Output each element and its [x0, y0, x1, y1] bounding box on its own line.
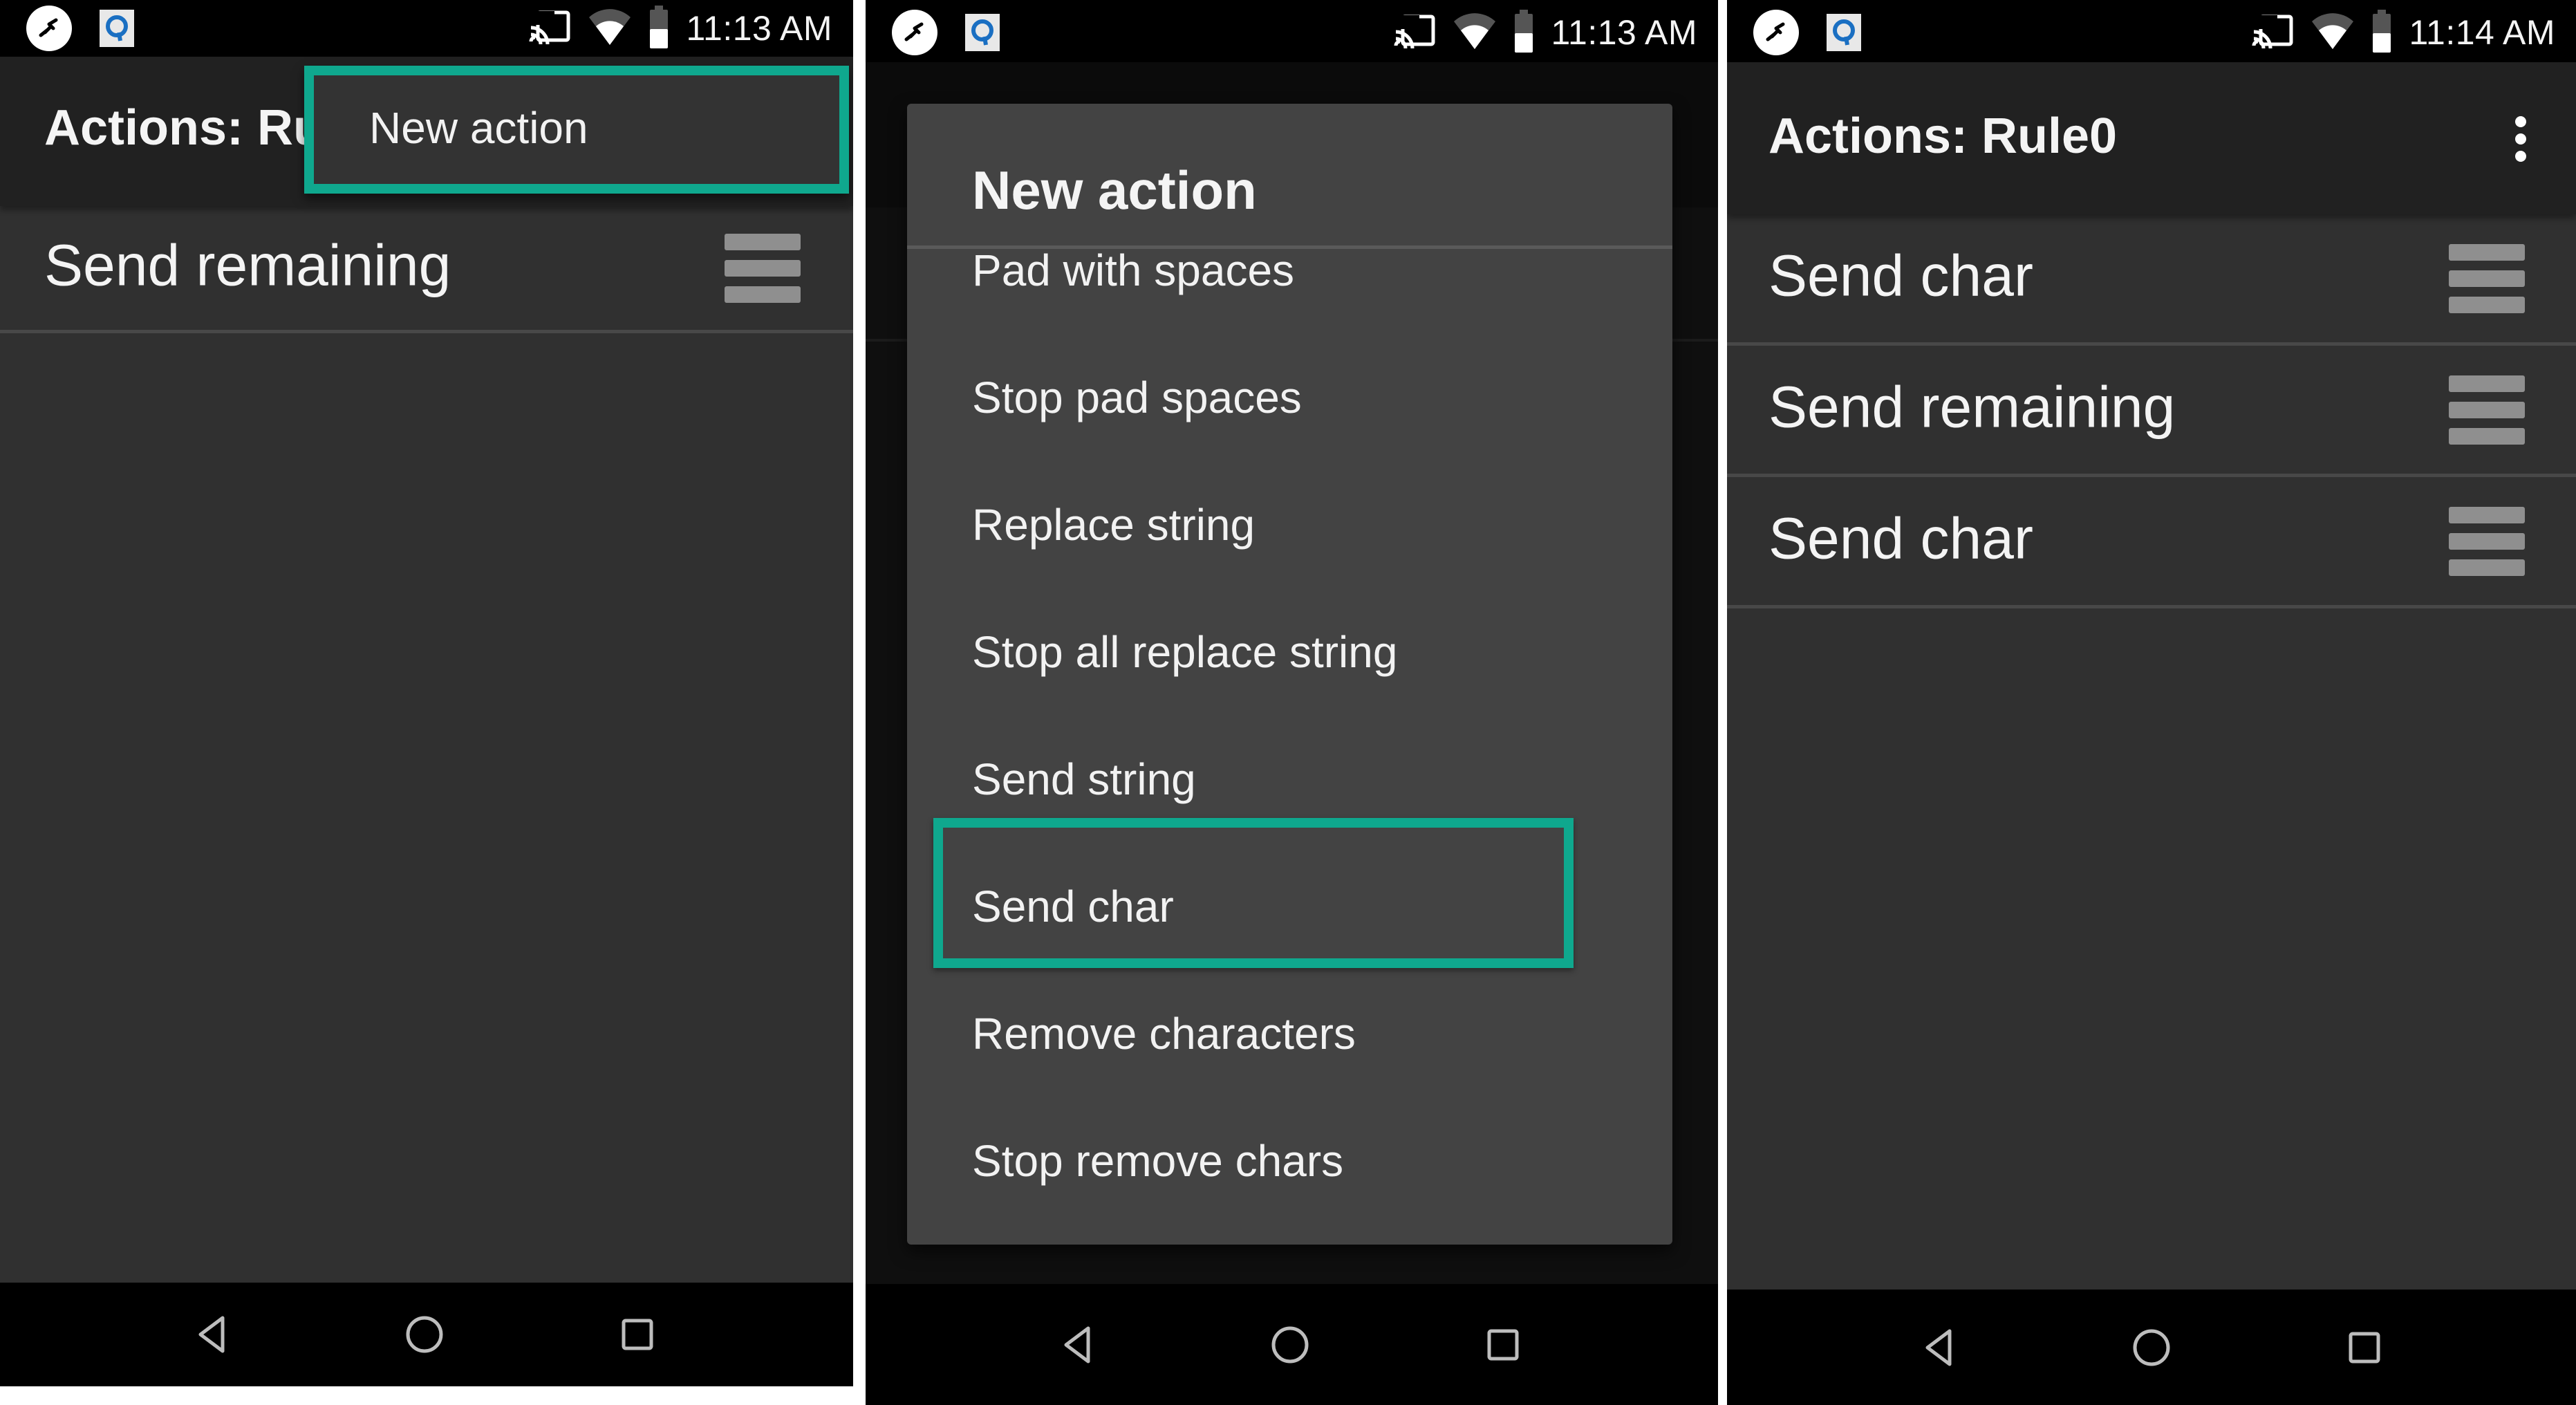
status-bar: 11:13 AM — [0, 0, 853, 57]
new-action-dialog: New action Pad with spaces Stop pad spac… — [907, 104, 1672, 1245]
navigation-bar — [1727, 1290, 2576, 1405]
list-item-label: Send remaining — [44, 232, 451, 298]
battery-icon — [648, 5, 669, 52]
q-app-icon — [100, 10, 134, 47]
home-icon[interactable] — [2124, 1320, 2179, 1375]
dialog-item-stop-remove-chars[interactable]: Stop remove chars — [972, 1135, 1343, 1187]
drag-handle-icon[interactable] — [2449, 243, 2525, 313]
list-item-label: Send remaining — [1768, 374, 2176, 440]
status-time: 11:13 AM — [1551, 13, 1697, 52]
back-icon[interactable] — [1912, 1320, 1967, 1375]
back-icon[interactable] — [1050, 1317, 1105, 1373]
drag-handle-icon[interactable] — [2449, 375, 2525, 445]
app-bar: Actions: Rule0 — [1727, 62, 2576, 214]
list-item[interactable]: Send remaining — [0, 206, 853, 333]
navigation-bar — [866, 1284, 1718, 1405]
q-app-icon — [965, 14, 1000, 51]
status-time: 11:13 AM — [686, 9, 832, 48]
recents-icon[interactable] — [1475, 1317, 1531, 1373]
screen-2-new-action-dialog: 11:13 AM New action Pad with spaces Stop… — [866, 0, 1718, 1405]
actions-list: Send remaining — [0, 206, 853, 333]
list-item-label: Send char — [1768, 243, 2033, 308]
cast-icon — [1393, 12, 1436, 53]
more-vert-icon[interactable] — [2507, 101, 2535, 177]
cast-icon — [2251, 12, 2294, 53]
remote-control-icon — [892, 10, 937, 55]
wifi-icon — [2311, 12, 2355, 54]
page-title: Actions: Rule0 — [1768, 109, 2118, 164]
dialog-item-stop-pad-spaces[interactable]: Stop pad spaces — [972, 372, 1302, 423]
wifi-icon — [1453, 12, 1497, 54]
recents-icon[interactable] — [610, 1307, 665, 1362]
list-item[interactable]: Send char — [1727, 214, 2576, 346]
list-item-label: Send char — [1768, 505, 2033, 571]
status-bar: 11:13 AM — [866, 0, 1718, 62]
drag-handle-icon[interactable] — [725, 233, 801, 303]
home-icon[interactable] — [397, 1307, 452, 1362]
remote-control-icon — [26, 6, 72, 51]
battery-icon — [1513, 9, 1534, 56]
navigation-bar — [0, 1283, 853, 1386]
page-title: Actions: Ru — [44, 100, 324, 156]
dialog-title: New action — [972, 160, 1257, 221]
dialog-item-stop-all-replace-string[interactable]: Stop all replace string — [972, 626, 1397, 678]
remote-control-icon — [1753, 10, 1799, 55]
dialog-item-replace-string[interactable]: Replace string — [972, 499, 1255, 550]
screen-1-actions-with-menu: 11:13 AM Actions: Ru Send remaining New … — [0, 0, 853, 1386]
q-app-icon — [1827, 14, 1861, 51]
dialog-item-remove-characters[interactable]: Remove characters — [972, 1008, 1356, 1059]
home-icon[interactable] — [1262, 1317, 1318, 1373]
list-item[interactable]: Send char — [1727, 477, 2576, 608]
battery-icon — [2371, 9, 2392, 56]
wifi-icon — [588, 8, 632, 50]
back-icon[interactable] — [185, 1307, 240, 1362]
cast-icon — [528, 8, 571, 49]
dialog-item-send-string[interactable]: Send string — [972, 754, 1196, 805]
dialog-item-pad-with-spaces[interactable]: Pad with spaces — [972, 245, 1294, 296]
screen-3-actions-result: 11:14 AM Actions: Rule0 Send char Send r… — [1727, 0, 2576, 1405]
actions-list: Send char Send remaining Send char — [1727, 214, 2576, 608]
status-bar: 11:14 AM — [1727, 0, 2576, 62]
status-time: 11:14 AM — [2409, 13, 2555, 52]
drag-handle-icon[interactable] — [2449, 506, 2525, 576]
list-item[interactable]: Send remaining — [1727, 346, 2576, 477]
send-char-highlight-box — [933, 818, 1574, 968]
menu-item-new-action[interactable]: New action — [369, 102, 588, 153]
recents-icon[interactable] — [2337, 1320, 2392, 1375]
overflow-popup-menu: New action — [304, 66, 849, 194]
